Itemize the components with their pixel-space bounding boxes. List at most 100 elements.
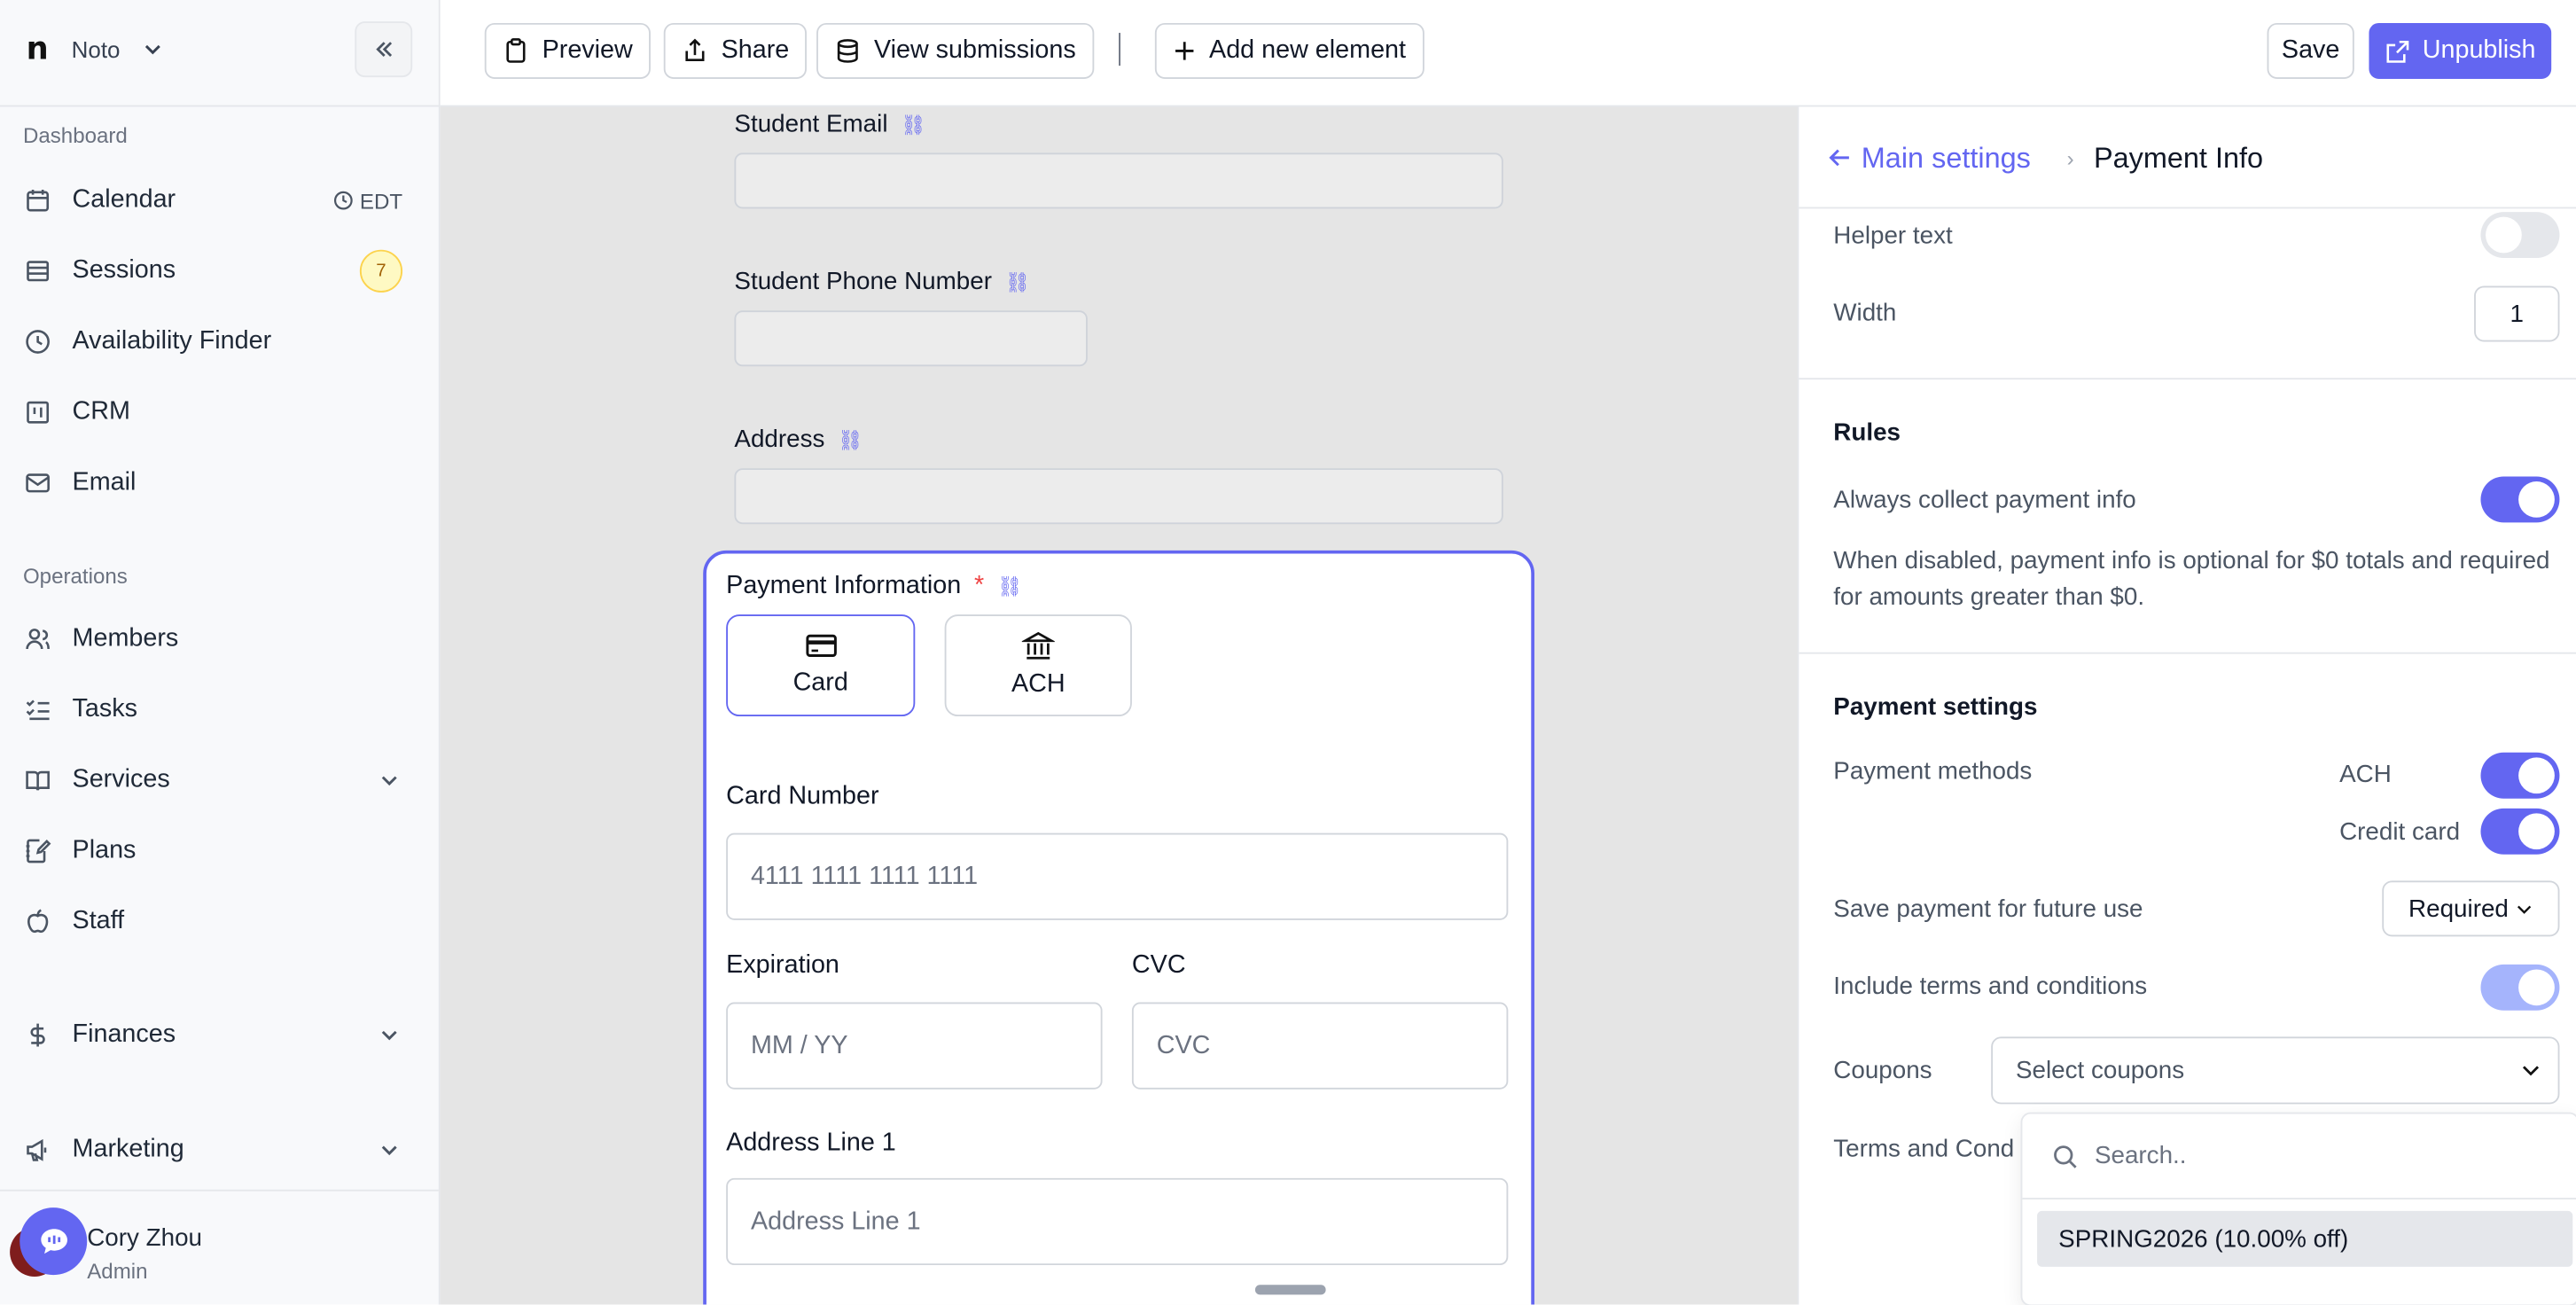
coupon-search-input[interactable]: Search..	[2022, 1114, 2576, 1200]
kanban-icon	[23, 397, 52, 426]
payment-information-block[interactable]: Payment Information * ⛓ Card ACH Card Nu…	[703, 550, 1534, 1305]
view-submissions-button[interactable]: View submissions	[816, 22, 1095, 79]
method-label: Card	[792, 668, 848, 697]
sidebar-item-calendar[interactable]: Calendar EDT	[0, 171, 439, 231]
sidebar-item-members[interactable]: Members	[0, 610, 439, 669]
address-line-1-input[interactable]: Address Line 1	[726, 1177, 1509, 1266]
sidebar: n Noto Dashboard Calendar EDT Sessions 7…	[0, 0, 441, 1305]
chevron-right-icon: ›	[2066, 145, 2074, 170]
sidebar-item-finances[interactable]: Finances	[0, 1005, 439, 1065]
user-name: Cory Zhou	[87, 1223, 203, 1253]
user-role: Admin	[87, 1258, 148, 1284]
credit-card-toggle[interactable]	[2480, 808, 2560, 855]
arrow-left-icon	[1829, 149, 1849, 167]
clock-icon	[23, 327, 52, 356]
address-input[interactable]	[734, 468, 1503, 525]
helper-text-toggle[interactable]	[2480, 212, 2560, 258]
card-number-input[interactable]: 4111 1111 1111 1111	[726, 832, 1509, 920]
view-submissions-label: View submissions	[873, 35, 1076, 65]
external-link-icon	[2385, 40, 2408, 62]
share-button[interactable]: Share	[663, 22, 808, 79]
sidebar-item-label: Calendar	[72, 185, 176, 214]
sidebar-item-label: Plans	[72, 836, 137, 864]
mail-icon	[23, 468, 52, 497]
save-payment-select[interactable]: Required	[2382, 880, 2560, 937]
list-icon	[23, 256, 52, 285]
support-chat-button[interactable]	[20, 1207, 88, 1276]
width-label: Width	[1833, 299, 1897, 327]
add-element-button[interactable]: Add new element	[1154, 22, 1425, 79]
chevron-down-icon	[381, 776, 397, 786]
bank-icon	[1021, 631, 1055, 660]
student-email-input[interactable]	[734, 152, 1503, 209]
section-label-dashboard: Dashboard	[22, 122, 128, 148]
sidebar-item-label: Marketing	[72, 1135, 184, 1164]
user-profile[interactable]: Cory Zhou Admin	[0, 1189, 439, 1305]
checklist-icon	[23, 695, 52, 724]
sidebar-item-plans[interactable]: Plans	[0, 822, 439, 881]
sidebar-item-label: Services	[72, 765, 170, 794]
plus-icon	[1175, 42, 1194, 60]
sidebar-item-crm[interactable]: CRM	[0, 383, 439, 442]
save-button[interactable]: Save	[2267, 22, 2354, 79]
link-icon: ⛓	[1004, 270, 1031, 293]
include-terms-label: Include terms and conditions	[1833, 973, 2148, 1001]
sidebar-item-availability-finder[interactable]: Availability Finder	[0, 312, 439, 371]
include-terms-toggle[interactable]	[2480, 964, 2560, 1011]
payment-method-ach[interactable]: ACH	[944, 614, 1132, 717]
app-logo: n	[26, 31, 49, 67]
sidebar-item-staff[interactable]: Staff	[0, 892, 439, 951]
save-payment-label: Save payment for future use	[1833, 895, 2143, 924]
width-input[interactable]: 1	[2474, 285, 2560, 342]
workspace-switcher[interactable]: n Noto	[27, 29, 163, 68]
sidebar-item-marketing[interactable]: Marketing	[0, 1121, 439, 1180]
sidebar-item-sessions[interactable]: Sessions 7	[0, 241, 439, 301]
dollar-icon	[23, 1020, 52, 1050]
method-label: ACH	[1011, 670, 1066, 699]
label-text: Student Email	[734, 110, 888, 138]
chat-icon	[40, 1228, 67, 1254]
link-icon: ⛓	[997, 574, 1023, 598]
coupons-select[interactable]: Select coupons	[1991, 1036, 2560, 1105]
search-placeholder: Search..	[2094, 1142, 2187, 1170]
divider	[1799, 207, 2576, 209]
cvc-label: CVC	[1131, 951, 1186, 980]
toolbar-separator	[1119, 33, 1120, 66]
preview-button[interactable]: Preview	[484, 22, 652, 79]
unpublish-button[interactable]: Unpublish	[2369, 22, 2552, 79]
sidebar-item-label: Availability Finder	[72, 326, 272, 356]
sidebar-item-email[interactable]: Email	[0, 454, 439, 513]
ach-toggle[interactable]	[2480, 752, 2560, 799]
select-placeholder: Select coupons	[2015, 1056, 2185, 1085]
select-value: Required	[2408, 895, 2509, 923]
label-text: Payment Information	[726, 571, 962, 600]
coupons-dropdown: Search.. SPRING2026 (10.00% off)	[2020, 1112, 2576, 1305]
expiration-input[interactable]: MM / YY	[726, 1002, 1103, 1090]
scroll-handle[interactable]	[1254, 1285, 1326, 1295]
notebook-pen-icon	[23, 836, 52, 865]
sidebar-item-label: Finances	[72, 1020, 176, 1049]
always-collect-toggle[interactable]	[2480, 476, 2560, 523]
back-to-main-settings[interactable]: Main settings	[1829, 140, 2031, 175]
chevrons-left-icon	[375, 42, 392, 57]
collapse-sidebar-button[interactable]	[355, 21, 413, 78]
sidebar-item-label: Staff	[72, 907, 125, 935]
chevron-down-icon	[145, 44, 161, 55]
helper-text-label: Helper text	[1833, 222, 1953, 250]
payment-method-card[interactable]: Card	[726, 614, 916, 717]
section-label-operations: Operations	[22, 563, 128, 589]
always-collect-label: Always collect payment info	[1833, 486, 2136, 515]
sidebar-item-services[interactable]: Services	[0, 751, 439, 810]
payment-title: Payment Information * ⛓	[726, 572, 1022, 601]
payment-settings-heading: Payment settings	[1833, 693, 2038, 722]
cvc-input[interactable]: CVC	[1131, 1002, 1509, 1090]
student-phone-input[interactable]	[734, 310, 1088, 367]
credit-card-icon	[805, 634, 836, 657]
unpublish-label: Unpublish	[2422, 35, 2536, 65]
toolbar: Preview Share View submissions Add new e…	[440, 0, 2576, 107]
coupon-option[interactable]: SPRING2026 (10.00% off)	[2037, 1210, 2573, 1267]
label-text: Student Phone Number	[734, 268, 992, 296]
sidebar-item-tasks[interactable]: Tasks	[0, 680, 439, 739]
expiration-label: Expiration	[726, 951, 839, 980]
search-icon	[2054, 1145, 2077, 1168]
